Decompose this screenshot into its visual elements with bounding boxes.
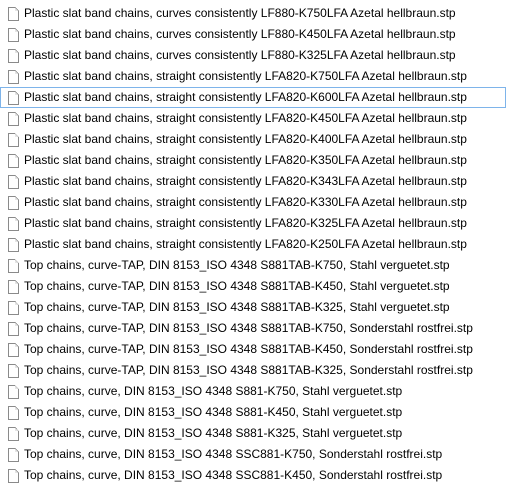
file-row[interactable]: Plastic slat band chains, straight consi…	[0, 171, 508, 192]
document-icon	[8, 153, 19, 168]
file-name: Top chains, curve, DIN 8153_ISO 4348 SSC…	[24, 447, 443, 461]
file-row[interactable]: Top chains, curve, DIN 8153_ISO 4348 SSC…	[0, 465, 508, 486]
document-icon	[8, 174, 19, 189]
document-icon	[8, 48, 19, 63]
file-name: Plastic slat band chains, straight consi…	[24, 174, 467, 188]
document-icon	[8, 237, 19, 252]
file-name: Plastic slat band chains, curves consist…	[24, 6, 456, 20]
document-icon	[8, 195, 19, 210]
file-name: Top chains, curve-TAP, DIN 8153_ISO 4348…	[24, 300, 450, 314]
document-icon	[8, 447, 19, 462]
file-row[interactable]: Plastic slat band chains, curves consist…	[0, 24, 508, 45]
file-row[interactable]: Plastic slat band chains, straight consi…	[0, 213, 508, 234]
document-icon	[8, 27, 19, 42]
file-row[interactable]: Top chains, curve-TAP, DIN 8153_ISO 4348…	[0, 276, 508, 297]
file-name: Plastic slat band chains, straight consi…	[24, 90, 467, 104]
file-name: Top chains, curve-TAP, DIN 8153_ISO 4348…	[24, 258, 450, 272]
document-icon	[8, 321, 19, 336]
document-icon	[8, 216, 19, 231]
document-icon	[8, 90, 19, 105]
file-row[interactable]: Plastic slat band chains, straight consi…	[0, 129, 508, 150]
document-icon	[8, 132, 19, 147]
file-row[interactable]: Top chains, curve-TAP, DIN 8153_ISO 4348…	[0, 318, 508, 339]
document-icon	[8, 468, 19, 483]
file-name: Plastic slat band chains, straight consi…	[24, 132, 467, 146]
document-icon	[8, 405, 19, 420]
file-row[interactable]: Plastic slat band chains, curves consist…	[0, 3, 508, 24]
file-name: Top chains, curve-TAP, DIN 8153_ISO 4348…	[24, 342, 473, 356]
file-row[interactable]: Plastic slat band chains, straight consi…	[0, 150, 508, 171]
file-list: Plastic slat band chains, curves consist…	[0, 0, 508, 492]
file-row[interactable]: Plastic slat band chains, straight consi…	[0, 108, 508, 129]
document-icon	[8, 426, 19, 441]
file-name: Top chains, curve-TAP, DIN 8153_ISO 4348…	[24, 321, 473, 335]
file-row[interactable]: Plastic slat band chains, straight consi…	[0, 66, 508, 87]
file-name: Plastic slat band chains, straight consi…	[24, 237, 467, 251]
file-name: Top chains, curve-TAP, DIN 8153_ISO 4348…	[24, 363, 473, 377]
file-row[interactable]: Plastic slat band chains, straight consi…	[0, 87, 506, 108]
file-row[interactable]: Top chains, curve-TAP, DIN 8153_ISO 4348…	[0, 360, 508, 381]
file-name: Top chains, curve, DIN 8153_ISO 4348 S88…	[24, 426, 403, 440]
file-row[interactable]: Top chains, curve, DIN 8153_ISO 4348 S88…	[0, 381, 508, 402]
file-name: Top chains, curve, DIN 8153_ISO 4348 S88…	[24, 384, 403, 398]
file-row[interactable]: Top chains, curve, DIN 8153_ISO 4348 S88…	[0, 423, 508, 444]
file-name: Top chains, curve, DIN 8153_ISO 4348 SSC…	[24, 468, 443, 482]
document-icon	[8, 258, 19, 273]
file-row[interactable]: Top chains, curve, DIN 8153_ISO 4348 S88…	[0, 402, 508, 423]
document-icon	[8, 6, 19, 21]
document-icon	[8, 300, 19, 315]
file-row[interactable]: Top chains, curve, DIN 8153_ISO 4348 SSC…	[0, 444, 508, 465]
file-name: Plastic slat band chains, curves consist…	[24, 27, 456, 41]
file-row[interactable]: Plastic slat band chains, straight consi…	[0, 234, 508, 255]
file-row[interactable]: Top chains, curve-TAP, DIN 8153_ISO 4348…	[0, 339, 508, 360]
file-name: Plastic slat band chains, straight consi…	[24, 69, 467, 83]
document-icon	[8, 279, 19, 294]
document-icon	[8, 384, 19, 399]
file-name: Plastic slat band chains, straight consi…	[24, 195, 467, 209]
file-row[interactable]: Plastic slat band chains, straight consi…	[0, 192, 508, 213]
file-name: Top chains, curve-TAP, DIN 8153_ISO 4348…	[24, 279, 450, 293]
file-name: Top chains, curve, DIN 8153_ISO 4348 S88…	[24, 405, 403, 419]
document-icon	[8, 111, 19, 126]
file-name: Plastic slat band chains, straight consi…	[24, 153, 467, 167]
file-row[interactable]: Top chains, curve-TAP, DIN 8153_ISO 4348…	[0, 297, 508, 318]
document-icon	[8, 363, 19, 378]
document-icon	[8, 342, 19, 357]
file-name: Plastic slat band chains, straight consi…	[24, 216, 467, 230]
file-name: Plastic slat band chains, straight consi…	[24, 111, 467, 125]
document-icon	[8, 69, 19, 84]
file-row[interactable]: Plastic slat band chains, curves consist…	[0, 45, 508, 66]
file-row[interactable]: Top chains, curve-TAP, DIN 8153_ISO 4348…	[0, 255, 508, 276]
file-name: Plastic slat band chains, curves consist…	[24, 48, 456, 62]
